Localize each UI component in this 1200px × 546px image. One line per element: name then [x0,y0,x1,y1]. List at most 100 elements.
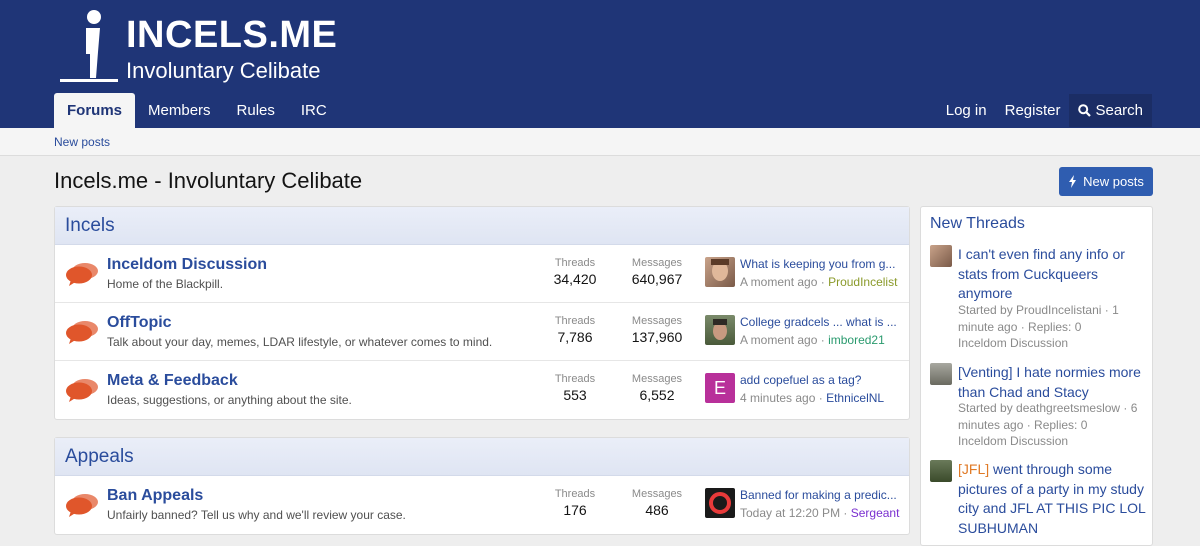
threads-label: Threads [554,373,596,385]
site-header: INCELS.ME Involuntary Celibate Forums Me… [0,0,1200,128]
new-posts-link[interactable]: New posts [54,135,110,149]
threads-stat: Threads 34,420 [545,257,605,287]
threads-label: Threads [554,315,596,327]
tab-forums[interactable]: Forums [54,93,136,128]
speech-bubbles-icon [66,321,98,344]
new-posts-button[interactable]: New posts [1059,167,1153,196]
forum-description: Home of the Blackpill. [107,277,224,291]
category-title[interactable]: Appeals [55,438,909,476]
thread-title[interactable]: [JFL] went through some pictures of a pa… [958,460,1148,538]
threads-stat: Threads 553 [545,373,605,403]
threads-count: 553 [563,387,587,403]
last-post-title[interactable]: What is keeping you from g... [740,257,900,271]
avatar-letter: E [713,377,726,398]
category-title[interactable]: Incels [55,207,909,245]
last-post-user[interactable]: ProudIncelist [828,275,897,289]
forum-description: Talk about your day, memes, LDAR lifesty… [107,335,493,349]
messages-count: 486 [645,502,669,518]
avatar[interactable] [930,245,952,267]
forum-row: OffTopic Talk about your day, memes, LDA… [55,303,909,361]
thread-meta: Started by ProudIncelistani · 1 minute a… [958,303,1119,334]
last-post-title[interactable]: Banned for making a predic... [740,488,900,502]
messages-label: Messages [631,488,683,500]
login-link[interactable]: Log in [937,94,996,127]
tab-members[interactable]: Members [135,93,224,128]
last-post-meta: A moment ago · imbored21 [740,333,885,347]
forum-description: Ideas, suggestions, or anything about th… [107,393,352,407]
forum-title[interactable]: Meta & Feedback [107,372,238,390]
messages-label: Messages [631,257,683,269]
main-nav: Forums Members Rules IRC [54,93,340,128]
speech-bubbles-icon [66,494,98,517]
forum-description: Unfairly banned? Tell us why and we'll r… [107,508,406,522]
category-appeals: Appeals Ban Appeals Unfairly banned? Tel… [54,437,910,535]
search-icon [1078,104,1092,117]
threads-label: Threads [554,257,596,269]
thread-forum[interactable]: Inceldom Discussion [958,335,1148,352]
last-post-user[interactable]: Sergeant [851,506,900,520]
logo-title: INCELS.ME [126,14,338,56]
ring-icon [709,492,731,514]
threads-stat: Threads 176 [545,488,605,518]
avatar[interactable] [930,363,952,385]
forum-title[interactable]: Inceldom Discussion [107,256,267,274]
forum-row: Ban Appeals Unfairly banned? Tell us why… [55,476,909,534]
messages-stat: Messages 486 [623,488,691,518]
threads-stat: Threads 7,786 [545,315,605,345]
new-threads-widget: New Threads I can't even find any info o… [920,206,1153,546]
threads-count: 7,786 [557,329,593,345]
logo-subtitle: Involuntary Celibate [126,58,321,83]
messages-stat: Messages 137,960 [623,315,691,345]
messages-count: 137,960 [631,329,683,345]
page-title: Incels.me - Involuntary Celibate [54,168,363,193]
avatar[interactable] [705,315,735,345]
lightning-bolt-icon [1069,175,1077,188]
forum-title[interactable]: Ban Appeals [107,487,203,505]
tab-irc[interactable]: IRC [288,93,340,128]
last-post-title[interactable]: College gradcels ... what is ... [740,315,900,329]
sub-nav: New posts [0,128,1200,156]
widget-title[interactable]: New Threads [921,207,1152,233]
stick-figure-icon [60,10,118,82]
avatar[interactable] [930,460,952,482]
face-icon [713,319,727,340]
messages-stat: Messages 6,552 [623,373,691,403]
thread-title[interactable]: I can't even find any info or stats from… [958,245,1148,304]
register-link[interactable]: Register [996,94,1070,127]
threads-count: 34,420 [553,271,597,287]
last-post-meta: Today at 12:20 PM · Sergeant [740,506,900,520]
last-post-user[interactable]: EthnicelNL [826,391,884,405]
last-post-time[interactable]: 4 minutes ago [740,391,815,405]
category-incels: Incels Inceldom Discussion Home of the B… [54,206,910,420]
messages-stat: Messages 640,967 [623,257,691,287]
user-nav: Log in Register Search [937,94,1152,127]
speech-bubbles-icon [66,263,98,286]
tab-rules[interactable]: Rules [224,93,288,128]
messages-label: Messages [631,315,683,327]
thread-title[interactable]: [Venting] I hate normies more than Chad … [958,363,1148,402]
thread-forum[interactable]: Inceldom Discussion [958,433,1148,450]
search-label: Search [1095,102,1143,119]
search-button[interactable]: Search [1069,94,1152,127]
avatar[interactable] [705,488,735,518]
letter-avatar[interactable]: E [705,373,735,403]
last-post-user[interactable]: imbored21 [828,333,885,347]
forum-row: Inceldom Discussion Home of the Blackpil… [55,245,909,303]
speech-bubbles-icon [66,379,98,402]
avatar[interactable] [705,257,735,287]
threads-label: Threads [554,488,596,500]
thread-prefix[interactable]: [JFL] [958,461,989,477]
last-post-title[interactable]: add copefuel as a tag? [740,373,900,387]
thread-meta: Started by deathgreetsmeslow · 6 minutes… [958,401,1138,432]
new-posts-button-label: New posts [1083,174,1144,189]
messages-count: 640,967 [631,271,683,287]
site-logo[interactable]: INCELS.ME Involuntary Celibate [58,8,348,86]
last-post-meta: 4 minutes ago · EthnicelNL [740,391,885,405]
messages-label: Messages [631,373,683,385]
last-post-time[interactable]: A moment ago [740,275,817,289]
face-icon [711,259,729,281]
last-post-time[interactable]: A moment ago [740,333,817,347]
forum-title[interactable]: OffTopic [107,314,172,332]
last-post-time[interactable]: Today at 12:20 PM [740,506,840,520]
last-post-meta: A moment ago · ProudIncelist [740,275,898,289]
